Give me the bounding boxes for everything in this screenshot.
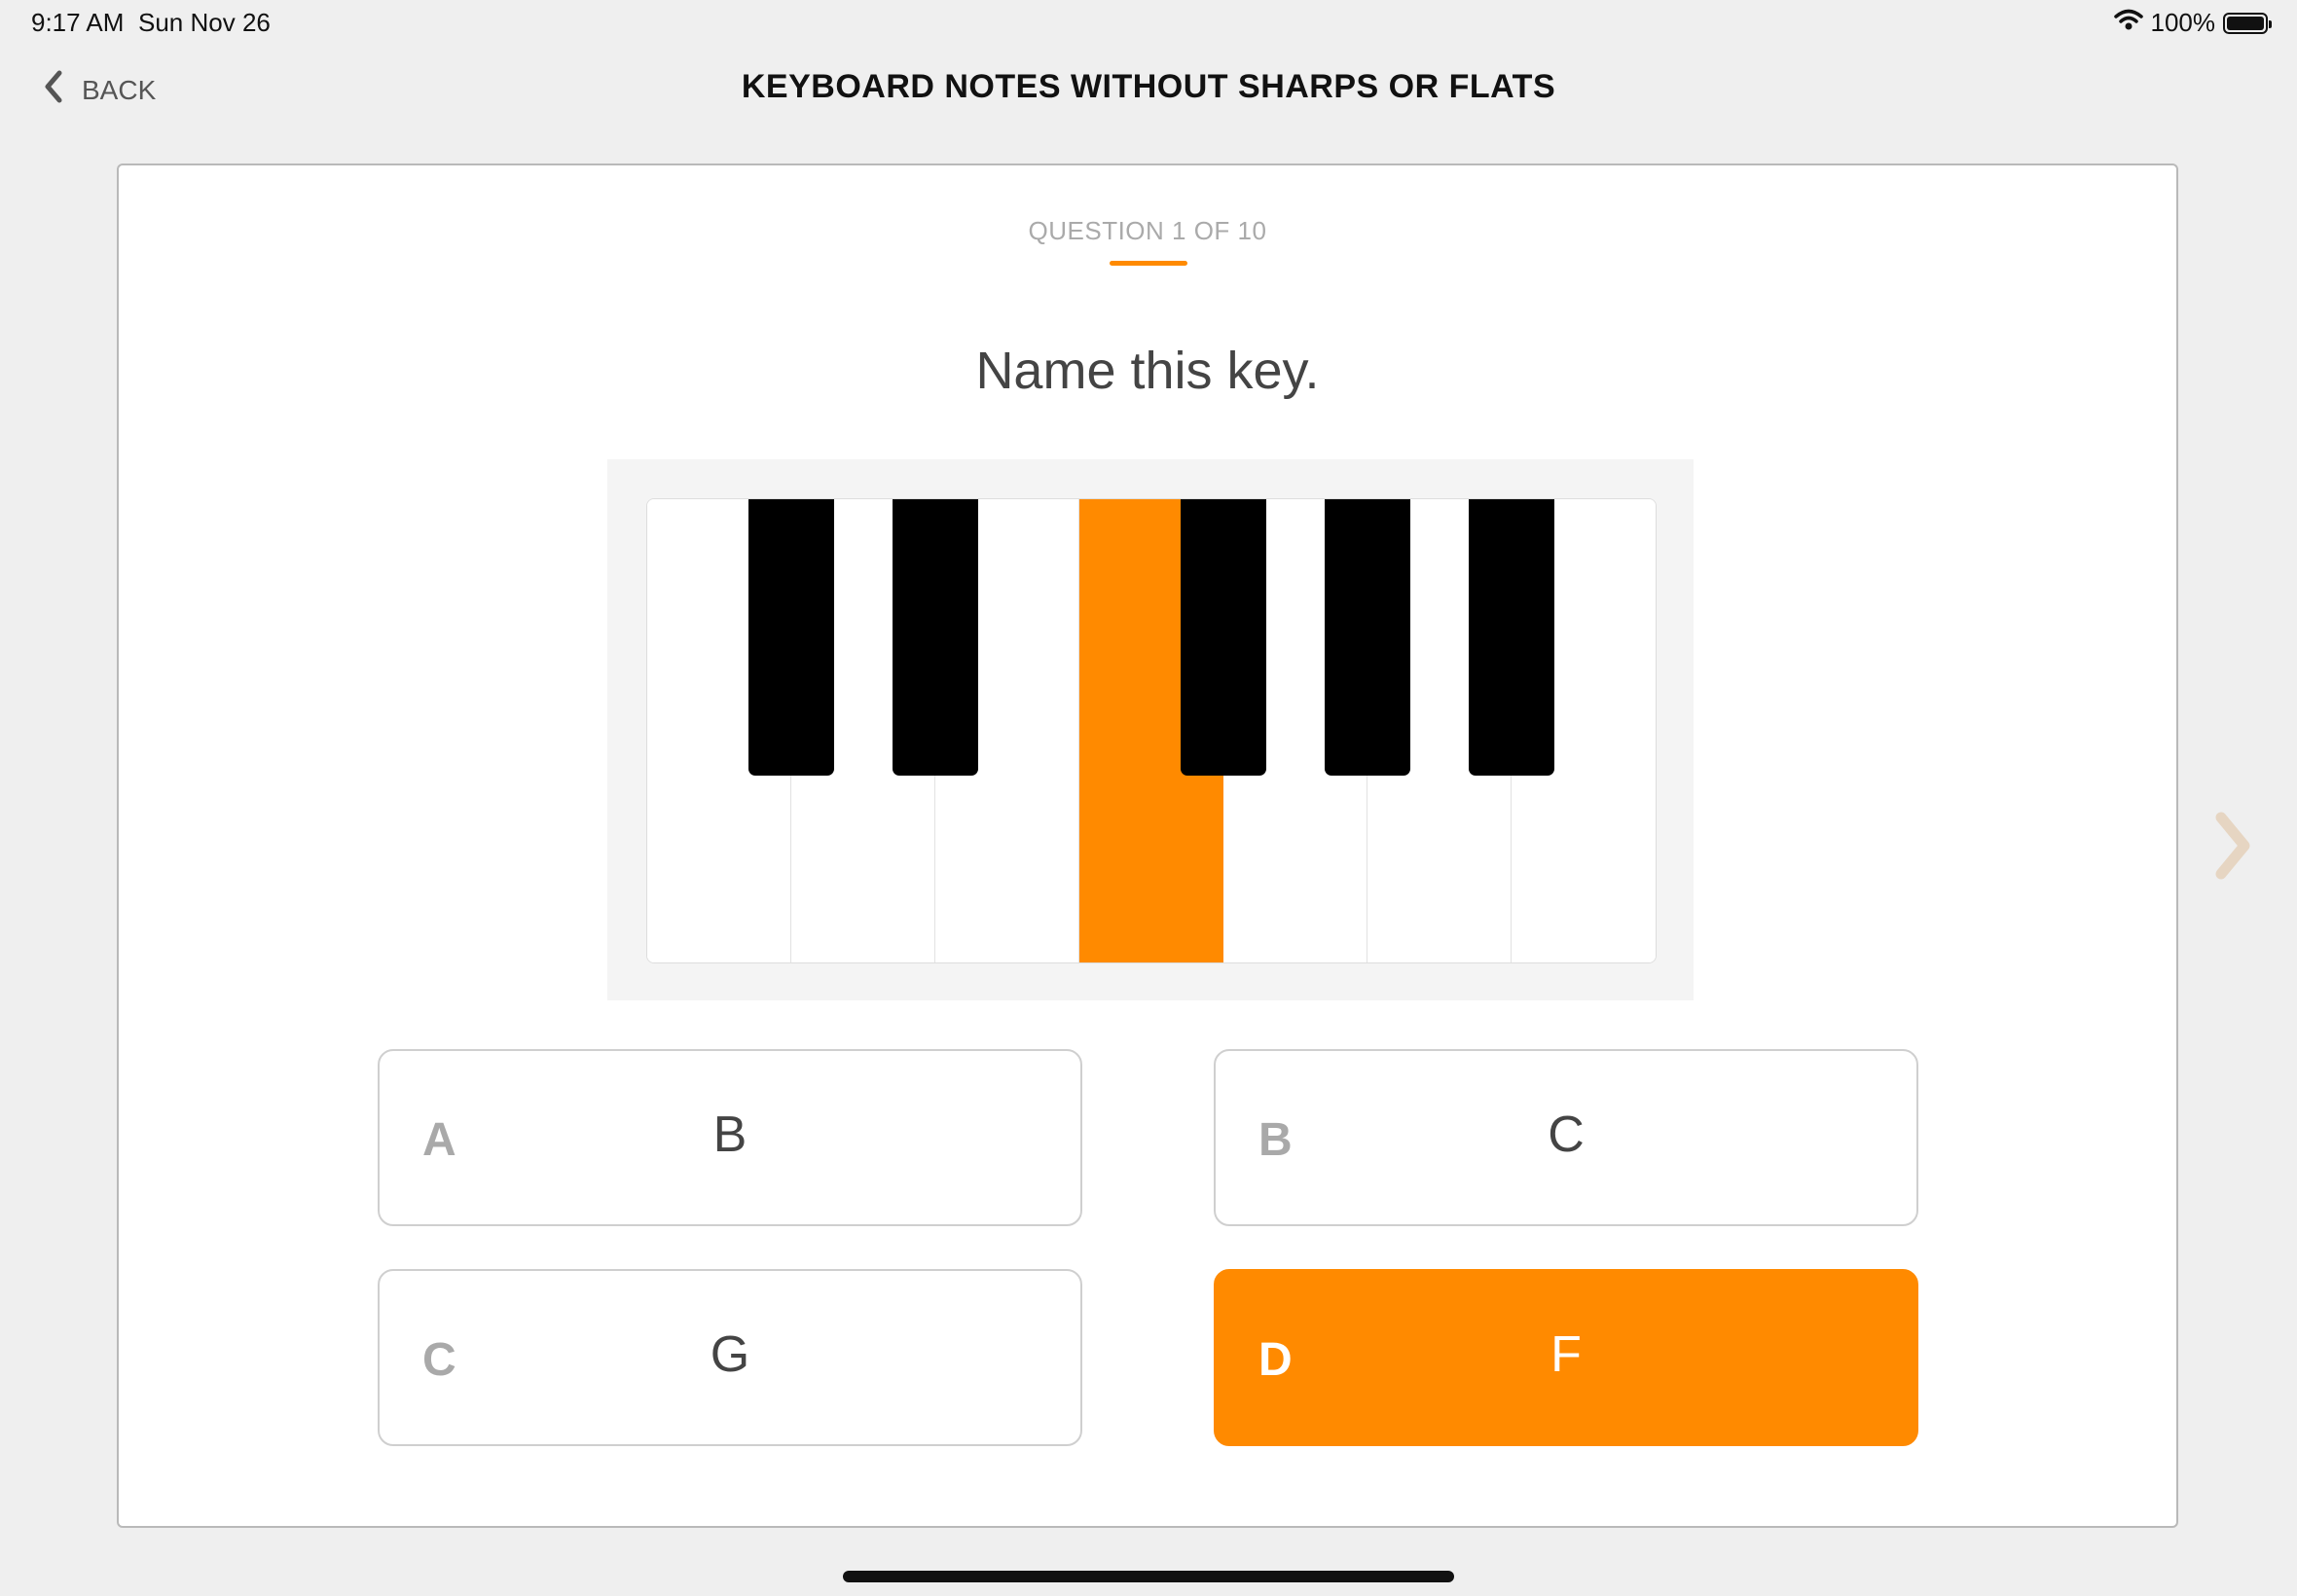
question-progress-indicator bbox=[1110, 261, 1187, 266]
question-text: Name this key. bbox=[975, 342, 1320, 400]
answer-option-b[interactable]: B C bbox=[1214, 1049, 1918, 1226]
black-key bbox=[748, 499, 834, 776]
piano-keyboard bbox=[646, 498, 1657, 963]
quiz-card: QUESTION 1 OF 10 Name this key. A B B C … bbox=[117, 163, 2178, 1528]
black-key bbox=[1181, 499, 1266, 776]
answer-option-c[interactable]: C G bbox=[378, 1269, 1082, 1446]
status-date: Sun Nov 26 bbox=[138, 8, 271, 37]
home-indicator bbox=[843, 1571, 1454, 1582]
answer-value: C bbox=[1548, 1106, 1585, 1163]
answer-value: B bbox=[712, 1106, 747, 1163]
black-key bbox=[893, 499, 978, 776]
status-bar: 9:17 AM Sun Nov 26 100% bbox=[0, 0, 2297, 47]
status-right: 100% bbox=[2113, 8, 2272, 38]
next-question-button[interactable] bbox=[2211, 810, 2254, 887]
keyboard-panel bbox=[607, 459, 1694, 1000]
battery-icon bbox=[2223, 12, 2272, 34]
answer-value: F bbox=[1550, 1326, 1582, 1383]
page-title: KEYBOARD NOTES WITHOUT SHARPS OR FLATS bbox=[741, 68, 1556, 105]
nav-bar: BACK KEYBOARD NOTES WITHOUT SHARPS OR FL… bbox=[0, 47, 2297, 134]
answer-value: G bbox=[710, 1326, 750, 1383]
black-key bbox=[1325, 499, 1410, 776]
status-time: 9:17 AM bbox=[31, 8, 125, 37]
chevron-right-icon bbox=[2211, 812, 2254, 886]
battery-percent: 100% bbox=[2150, 8, 2216, 37]
answer-option-a[interactable]: A B bbox=[378, 1049, 1082, 1226]
wifi-icon bbox=[2113, 8, 2143, 38]
question-progress-text: QUESTION 1 OF 10 bbox=[1028, 216, 1267, 245]
black-key bbox=[1469, 499, 1554, 776]
answer-option-d[interactable]: D F bbox=[1214, 1269, 1918, 1446]
